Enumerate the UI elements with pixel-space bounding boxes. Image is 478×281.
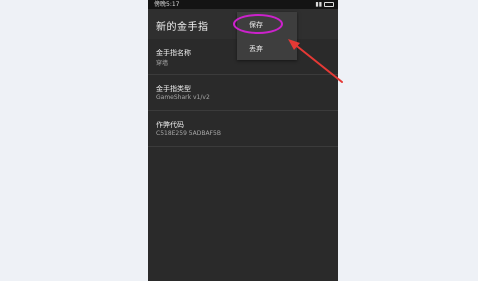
page-title: 新的金手指 <box>156 22 209 33</box>
cheat-code-value: C518E259 5ADBAF5B <box>156 130 221 137</box>
cheat-code-item[interactable]: 作弊代码 C518E259 5ADBAF5B <box>148 111 338 147</box>
cheat-type-label: 金手指类型 <box>156 85 191 93</box>
screenshot-canvas: 傍晚5:17 ▮▮ 新的金手指 金手指名称 穿墙 金手指类型 GameShark… <box>0 0 478 281</box>
cheat-name-label: 金手指名称 <box>156 49 191 57</box>
cheat-code-label: 作弊代码 <box>156 121 184 129</box>
discard-menu-item[interactable]: 丢弃 <box>249 44 263 54</box>
status-icons: ▮▮ <box>315 0 334 9</box>
signal-icon: ▮▮ <box>315 1 322 8</box>
annotation-arrow <box>288 39 343 83</box>
cheat-type-value: GameShark v1/v2 <box>156 94 210 101</box>
battery-icon <box>324 2 334 7</box>
status-bar: 傍晚5:17 ▮▮ <box>148 0 338 9</box>
cheat-name-value: 穿墙 <box>156 60 169 67</box>
status-time: 傍晚5:17 <box>154 1 180 8</box>
highlight-circle <box>233 14 283 34</box>
